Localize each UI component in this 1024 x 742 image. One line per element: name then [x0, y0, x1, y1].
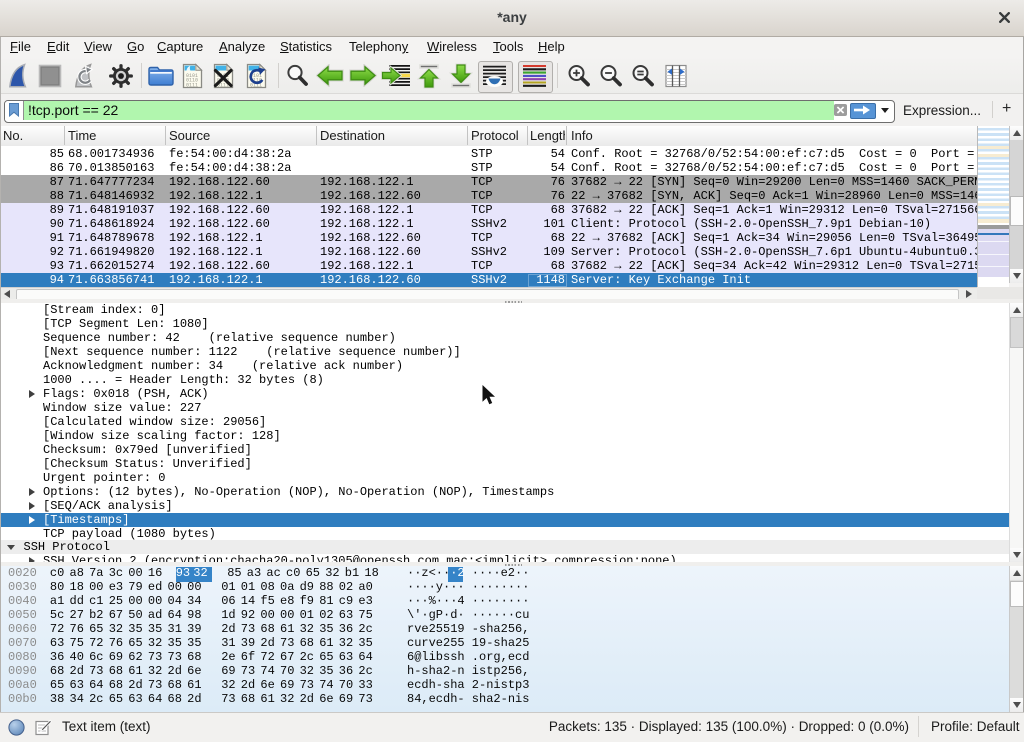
svg-text:0111: 0111 — [186, 82, 198, 88]
